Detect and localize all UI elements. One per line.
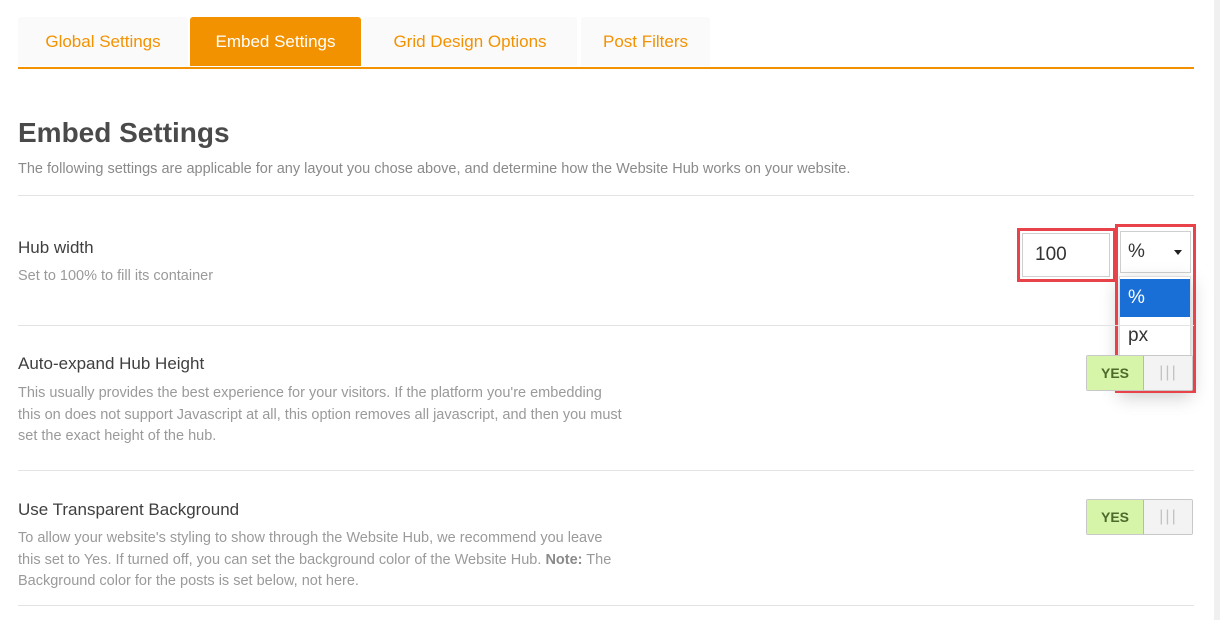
toggle-yes-label: YES	[1087, 500, 1144, 534]
hub-width-title: Hub width	[18, 238, 94, 257]
description-line: this on does not support Javascript at a…	[18, 406, 622, 423]
description-line: Background color for the posts is set be…	[18, 573, 359, 589]
auto-expand-toggle[interactable]: YES |||	[1086, 355, 1193, 391]
page-title: Embed Settings	[18, 117, 230, 148]
page-description: The following settings are applicable fo…	[18, 161, 851, 177]
transparent-background-toggle[interactable]: YES |||	[1086, 499, 1193, 535]
description-text: The	[582, 551, 612, 568]
hub-width-description: Set to 100% to fill its container	[18, 268, 214, 284]
highlight-box-width-input	[1017, 228, 1116, 282]
description-line: set the exact height of the hub.	[18, 428, 217, 444]
description-line: To allow your website's styling to show …	[18, 530, 603, 546]
auto-expand-title: Auto-expand Hub Height	[18, 354, 205, 373]
note-label: Note:	[545, 551, 583, 568]
page-scrollbar[interactable]	[1214, 0, 1220, 620]
transparent-background-title: Use Transparent Background	[18, 500, 240, 519]
description-text: this set to Yes. If turned off, you can …	[18, 551, 546, 568]
grip-icon[interactable]: |||	[1144, 500, 1192, 534]
transparent-background-description: To allow your website's styling to show …	[18, 528, 611, 593]
tab-embed-settings[interactable]: Embed Settings	[190, 17, 361, 66]
row-divider	[18, 325, 1194, 326]
tab-grid-design-options[interactable]: Grid Design Options	[363, 17, 577, 66]
tab-global-settings[interactable]: Global Settings	[18, 17, 188, 66]
description-line: This usually provides the best experienc…	[18, 385, 602, 401]
row-divider	[18, 470, 1194, 471]
row-divider	[18, 605, 1194, 606]
description-line: this set to Yes. If turned off, you can …	[18, 550, 611, 572]
auto-expand-description: This usually provides the best experienc…	[18, 383, 622, 448]
tab-post-filters[interactable]: Post Filters	[581, 17, 710, 66]
settings-tabs: Global Settings Embed Settings Grid Desi…	[18, 17, 1194, 69]
toggle-yes-label: YES	[1087, 356, 1144, 390]
grip-icon[interactable]: |||	[1144, 356, 1192, 390]
section-divider	[18, 195, 1194, 196]
